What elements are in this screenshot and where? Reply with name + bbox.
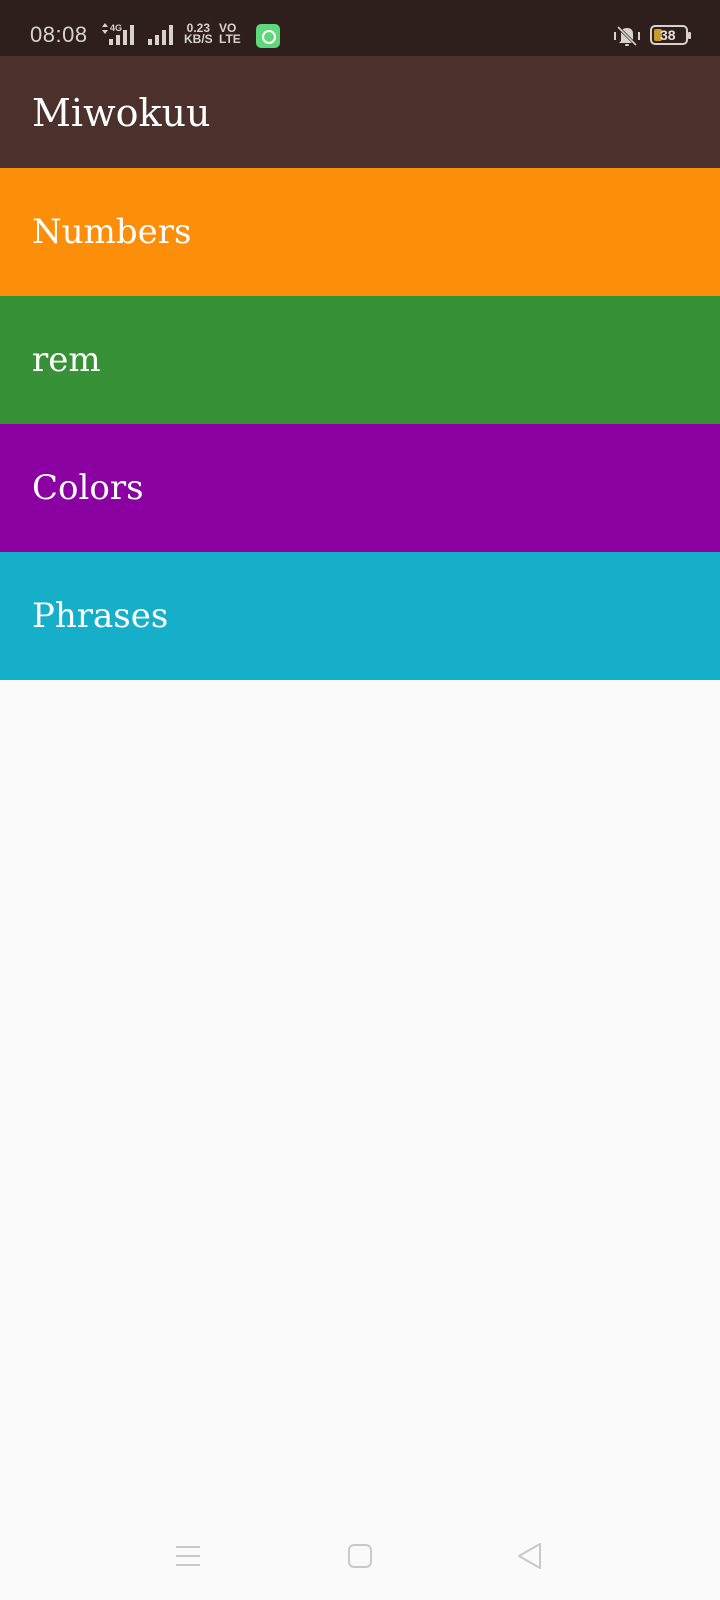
category-label: Phrases xyxy=(32,596,169,636)
category-label: rem xyxy=(32,340,101,380)
recent-apps-button[interactable] xyxy=(148,1520,228,1600)
category-phrases[interactable]: Phrases xyxy=(0,552,720,680)
back-icon xyxy=(518,1543,541,1569)
battery-level: 38 xyxy=(660,27,676,43)
home-icon xyxy=(348,1544,372,1568)
back-button[interactable] xyxy=(490,1520,570,1600)
app-bar: Miwokuu xyxy=(0,56,720,168)
category-rem[interactable]: rem xyxy=(0,296,720,424)
navigation-bar xyxy=(0,1520,720,1600)
category-colors[interactable]: Colors xyxy=(0,424,720,552)
category-label: Colors xyxy=(32,468,144,508)
vibrate-mute-icon xyxy=(614,25,640,47)
battery-icon: 38 xyxy=(650,25,691,45)
data-speed: 0.23 KB/S xyxy=(184,21,213,46)
app-title: Miwokuu xyxy=(32,91,211,135)
clock: 08:08 xyxy=(30,22,88,47)
category-numbers[interactable]: Numbers xyxy=(0,168,720,296)
status-bar: 08:08 4G 0.23 KB/S VO LTE 38 xyxy=(0,0,720,56)
network-type: 4G xyxy=(110,23,122,33)
home-button[interactable] xyxy=(320,1520,400,1600)
signal-icon: 4G xyxy=(102,23,134,45)
menu-icon xyxy=(176,1546,200,1566)
category-label: Numbers xyxy=(32,212,192,252)
signal-icon xyxy=(148,25,173,45)
volte-indicator: VO LTE xyxy=(219,21,241,46)
app-notification-icon xyxy=(256,24,280,48)
